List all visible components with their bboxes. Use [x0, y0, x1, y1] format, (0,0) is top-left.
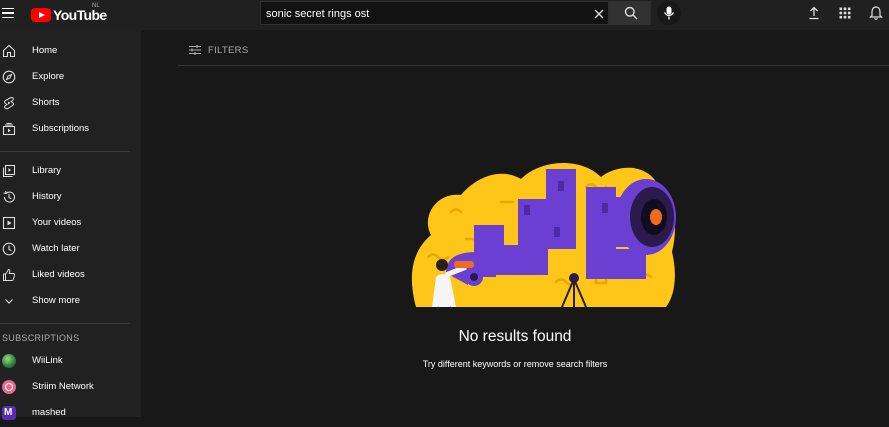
subscription-item-mashed[interactable]: M mashed [0, 401, 141, 427]
youtube-play-icon [31, 8, 51, 22]
sidebar-item-watch-later[interactable]: Watch later [0, 237, 141, 263]
play-square-icon [2, 216, 16, 230]
apps-grid-icon[interactable] [837, 5, 853, 21]
sidebar-item-label: Library [32, 165, 62, 176]
search-button[interactable] [609, 1, 651, 25]
subscriptions-section-title: SUBSCRIPTIONS [2, 333, 80, 343]
avatar: M [2, 406, 16, 420]
filters-divider [178, 65, 889, 66]
no-results-hint: Try different keywords or remove search … [422, 359, 608, 369]
subscription-item-striim-network[interactable]: Striim Network [0, 375, 141, 401]
clock-icon [2, 242, 16, 256]
search-box [260, 1, 609, 25]
no-results-title: No results found [458, 328, 572, 345]
sidebar-item-home[interactable]: Home [0, 39, 141, 65]
thumbs-up-icon [3, 268, 16, 281]
sidebar-item-shorts[interactable]: Shorts [0, 91, 141, 117]
youtube-logo[interactable]: YouTube [31, 7, 107, 23]
voice-search-button[interactable] [657, 1, 681, 25]
logo-text: YouTube [53, 7, 107, 23]
main-content: FILTERS No results found Try different k… [141, 30, 889, 417]
chevron-down-icon [5, 299, 13, 304]
filter-sliders-icon [189, 45, 201, 55]
sidebar-item-liked-videos[interactable]: Liked videos [0, 263, 141, 289]
sidebar-item-label: Shorts [32, 97, 60, 108]
search-input[interactable] [266, 6, 581, 21]
compass-icon [2, 70, 16, 84]
sidebar-item-label: Subscriptions [32, 123, 90, 134]
sidebar-item-subscriptions[interactable]: Subscriptions [0, 117, 141, 143]
sidebar-item-history[interactable]: History [0, 185, 141, 211]
avatar [2, 354, 16, 368]
sidebar-item-label: Watch later [32, 243, 80, 254]
sidebar-item-show-more[interactable]: Show more [0, 289, 141, 315]
subscriptions-icon [2, 123, 16, 136]
sidebar-item-label: Show more [32, 295, 81, 306]
menu-icon[interactable] [2, 5, 16, 21]
microphone-icon [663, 6, 675, 20]
sidebar-item-explore[interactable]: Explore [0, 65, 141, 91]
country-code: NL [92, 3, 100, 9]
sidebar-item-label: Home [32, 45, 58, 56]
top-bar: YouTube NL [0, 0, 889, 30]
subscription-label: Striim Network [32, 381, 94, 392]
sidebar: Home Explore Shorts Subscriptions Librar… [0, 30, 141, 420]
sidebar-item-library[interactable]: Library [0, 159, 141, 185]
no-results-illustration [411, 162, 676, 310]
home-icon [2, 44, 16, 58]
history-icon [3, 190, 15, 203]
search-icon [624, 6, 638, 20]
sidebar-item-label: History [32, 191, 62, 202]
sidebar-divider [0, 151, 130, 152]
shorts-icon [4, 96, 14, 110]
sidebar-item-label: Explore [32, 71, 65, 82]
sidebar-item-label: Liked videos [32, 269, 85, 280]
subscription-label: mashed [32, 407, 66, 418]
sidebar-divider [0, 323, 130, 324]
library-icon [2, 164, 16, 178]
sidebar-item-label: Your videos [32, 217, 82, 228]
clear-icon[interactable] [592, 7, 606, 21]
sidebar-item-your-videos[interactable]: Your videos [0, 211, 141, 237]
upload-icon[interactable] [806, 5, 822, 21]
subscription-item-wiilink[interactable]: WiiLink [0, 349, 141, 375]
bell-icon[interactable] [868, 5, 884, 21]
avatar [2, 380, 16, 394]
subscription-label: WiiLink [32, 355, 63, 366]
filters-button[interactable]: FILTERS [188, 44, 248, 56]
filters-label: FILTERS [208, 44, 249, 56]
